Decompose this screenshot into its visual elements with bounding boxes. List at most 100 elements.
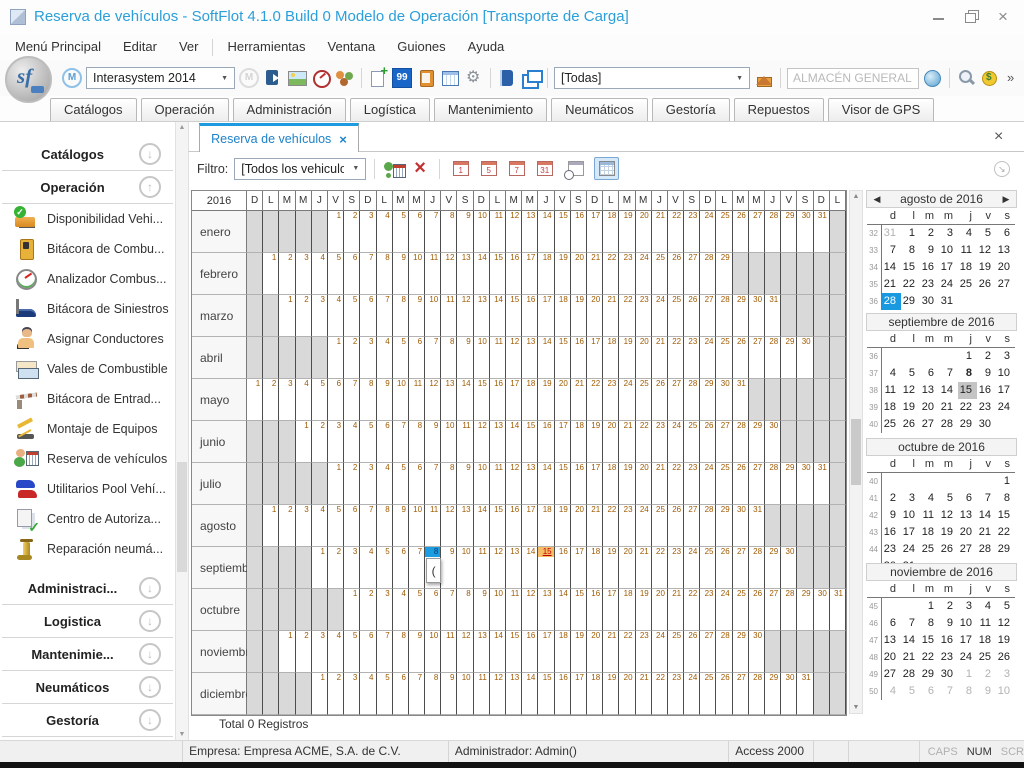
grid-day-cell-septiembre-3[interactable]: 3: [344, 547, 360, 589]
grid-day-cell-marzo-19[interactable]: 19: [571, 295, 587, 337]
grid-day-cell-junio-24[interactable]: 24: [668, 421, 684, 463]
grid-day-cell-diciembre-3[interactable]: 3: [344, 673, 360, 715]
grid-day-cell-octubre-2[interactable]: 2: [360, 589, 376, 631]
mini-day-25[interactable]: 25: [958, 276, 977, 293]
grid-day-cell-enero-23[interactable]: 23: [684, 211, 700, 253]
grid-day-cell-abril-2[interactable]: 2: [344, 337, 360, 379]
grid-day-cell-junio-16[interactable]: 16: [538, 421, 554, 463]
grid-day-cell-noviembre-22[interactable]: 22: [619, 631, 635, 673]
grid-day-cell-diciembre-20[interactable]: 20: [619, 673, 635, 715]
grid-day-cell-abril-19[interactable]: 19: [619, 337, 635, 379]
mini-day-8[interactable]: 8: [958, 365, 977, 382]
grid-day-cell-junio-11[interactable]: 11: [457, 421, 473, 463]
grid-day-cell-mayo-20[interactable]: 20: [555, 379, 571, 421]
grid-day-cell-marzo-18[interactable]: 18: [555, 295, 571, 337]
grid-day-cell-febrero-24[interactable]: 24: [636, 253, 652, 295]
grid-day-cell-junio-30[interactable]: 30: [765, 421, 781, 463]
grid-day-cell-febrero-18[interactable]: 18: [538, 253, 554, 295]
grid-day-cell-abril-8[interactable]: 8: [441, 337, 457, 379]
grid-day-cell-agosto-15[interactable]: 15: [490, 505, 506, 547]
grid-day-cell-marzo-17[interactable]: 17: [538, 295, 554, 337]
sidebar-item-bitácora-de-combu[interactable]: Bitácora de Combu...: [0, 234, 175, 264]
grid-day-cell-septiembre-19[interactable]: 19: [603, 547, 619, 589]
grid-day-cell-febrero-1[interactable]: 1: [263, 253, 279, 295]
grid-day-cell-febrero-14[interactable]: 14: [474, 253, 490, 295]
grid-day-cell-febrero-15[interactable]: 15: [490, 253, 506, 295]
grid-day-cell-septiembre-9[interactable]: 9: [441, 547, 457, 589]
sidebar-item-analizador-combus[interactable]: Analizador Combus...: [0, 264, 175, 294]
grid-day-cell-septiembre-12[interactable]: 12: [490, 547, 506, 589]
mini-day-26[interactable]: 26: [977, 276, 996, 293]
grid-day-cell-septiembre-18[interactable]: 18: [587, 547, 603, 589]
sidebar-section-operación[interactable]: Operación↑: [0, 171, 175, 203]
grid-day-cell-noviembre-27[interactable]: 27: [700, 631, 716, 673]
grid-day-cell-mayo-30[interactable]: 30: [716, 379, 732, 421]
grid-day-cell-mayo-6[interactable]: 6: [328, 379, 344, 421]
mini-day-15[interactable]: 15: [901, 259, 920, 276]
grid-day-cell-marzo-1[interactable]: 1: [279, 295, 295, 337]
grid-day-cell-septiembre-27[interactable]: 27: [733, 547, 749, 589]
grid-day-cell-febrero-20[interactable]: 20: [571, 253, 587, 295]
mini-day-1[interactable]: 1: [996, 473, 1015, 490]
grid-day-cell-diciembre-14[interactable]: 14: [522, 673, 538, 715]
grid-day-cell-octubre-23[interactable]: 23: [700, 589, 716, 631]
settings-gear-icon[interactable]: [464, 68, 484, 88]
grid-day-cell-abril-21[interactable]: 21: [652, 337, 668, 379]
grid-day-cell-noviembre-9[interactable]: 9: [409, 631, 425, 673]
mini-day-23[interactable]: 23: [920, 276, 939, 293]
grid-day-cell-junio-15[interactable]: 15: [522, 421, 538, 463]
grid-day-cell-marzo-2[interactable]: 2: [296, 295, 312, 337]
prev-month-icon[interactable]: ◀: [869, 191, 885, 207]
grid-day-cell-febrero-4[interactable]: 4: [312, 253, 328, 295]
grid-day-cell-marzo-14[interactable]: 14: [490, 295, 506, 337]
grid-day-cell-julio-5[interactable]: 5: [393, 463, 409, 505]
mini-day-1[interactable]: 1: [920, 598, 939, 615]
grid-day-cell-octubre-8[interactable]: 8: [457, 589, 473, 631]
grid-day-cell-enero-13[interactable]: 13: [522, 211, 538, 253]
mini-day-26[interactable]: 26: [996, 649, 1015, 666]
sidebar-section-administraci[interactable]: Administraci...↓: [0, 572, 175, 604]
grid-day-cell-julio-16[interactable]: 16: [571, 463, 587, 505]
grid-day-cell-enero-2[interactable]: 2: [344, 211, 360, 253]
grid-day-cell-julio-8[interactable]: 8: [441, 463, 457, 505]
grid-day-cell-febrero-22[interactable]: 22: [603, 253, 619, 295]
mini-day-14[interactable]: 14: [882, 259, 901, 276]
grid-day-cell-julio-7[interactable]: 7: [425, 463, 441, 505]
grid-day-cell-julio-1[interactable]: 1: [328, 463, 344, 505]
mini-day-23[interactable]: 23: [977, 399, 996, 416]
mini-day-10[interactable]: 10: [958, 615, 977, 632]
sidebar-item-vales-de-combustible[interactable]: Vales de Combustible: [0, 354, 175, 384]
grid-day-cell-julio-25[interactable]: 25: [716, 463, 732, 505]
mini-day-25[interactable]: 25: [882, 416, 901, 433]
image-viewer-icon[interactable]: [287, 68, 307, 88]
grid-day-cell-noviembre-10[interactable]: 10: [425, 631, 441, 673]
counter-99-icon[interactable]: 99: [392, 68, 412, 88]
grid-day-cell-agosto-13[interactable]: 13: [457, 505, 473, 547]
mini-day-9[interactable]: 9: [977, 365, 996, 382]
grid-day-cell-enero-26[interactable]: 26: [733, 211, 749, 253]
ribbon-tab-logística[interactable]: Logística: [350, 98, 430, 121]
grid-day-cell-noviembre-19[interactable]: 19: [571, 631, 587, 673]
grid-day-cell-enero-3[interactable]: 3: [360, 211, 376, 253]
mini-day-18[interactable]: 18: [977, 632, 996, 649]
company-filter-combo[interactable]: [Todas]: [554, 67, 750, 89]
grid-day-cell-septiembre-23[interactable]: 23: [668, 547, 684, 589]
grid-day-cell-abril-30[interactable]: 30: [797, 337, 813, 379]
profile-combo[interactable]: Interasystem 2014: [86, 67, 235, 89]
grid-day-cell-agosto-3[interactable]: 3: [296, 505, 312, 547]
restore-button[interactable]: [960, 7, 982, 27]
grid-day-cell-abril-3[interactable]: 3: [360, 337, 376, 379]
grid-day-cell-mayo-23[interactable]: 23: [603, 379, 619, 421]
mini-day-5[interactable]: 5: [977, 225, 996, 242]
grid-day-cell-febrero-27[interactable]: 27: [684, 253, 700, 295]
mini-day-9[interactable]: 9: [882, 507, 901, 524]
grid-day-cell-mayo-17[interactable]: 17: [506, 379, 522, 421]
grid-day-cell-febrero-2[interactable]: 2: [279, 253, 295, 295]
grid-day-cell-abril-12[interactable]: 12: [506, 337, 522, 379]
mini-day-3[interactable]: 3: [996, 666, 1015, 683]
grid-day-cell-julio-3[interactable]: 3: [360, 463, 376, 505]
grid-day-cell-septiembre-21[interactable]: 21: [636, 547, 652, 589]
mini-day-21[interactable]: 21: [939, 399, 958, 416]
grid-day-cell-agosto-26[interactable]: 26: [668, 505, 684, 547]
grid-day-cell-julio-17[interactable]: 17: [587, 463, 603, 505]
